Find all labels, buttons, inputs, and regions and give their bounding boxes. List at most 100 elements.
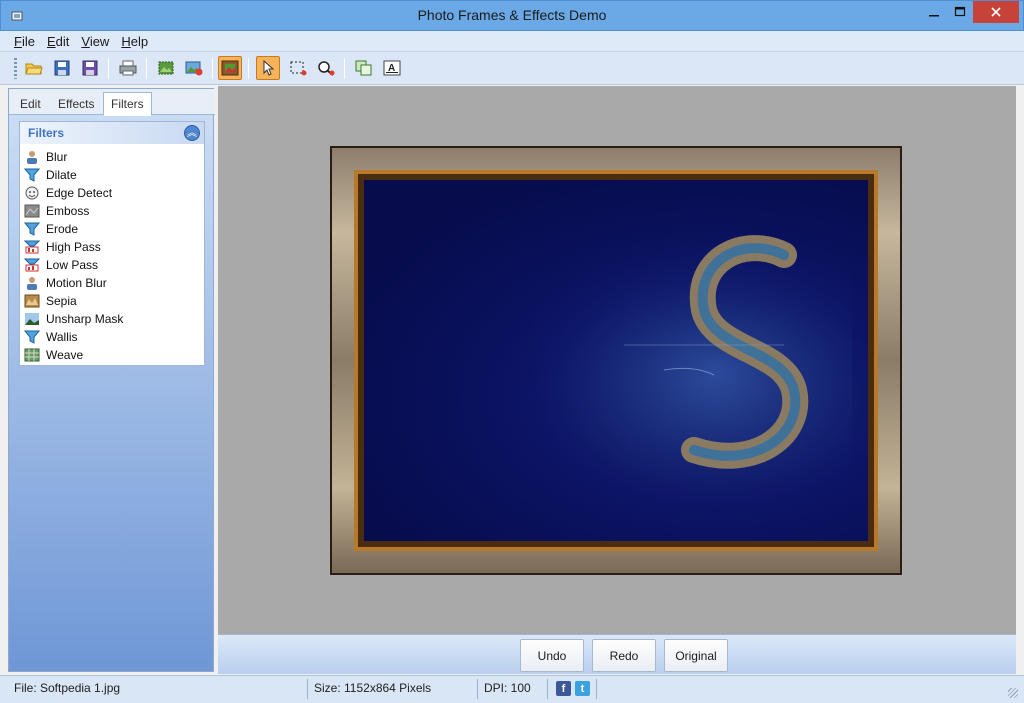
- framed-photo: [364, 180, 868, 541]
- minimize-icon: [929, 15, 939, 17]
- menu-help-accel: H: [121, 33, 131, 49]
- funnel-icon: [24, 330, 40, 344]
- filter-item-edge-detect[interactable]: Edge Detect: [24, 184, 123, 202]
- face-outline-icon: [24, 186, 40, 200]
- undo-button[interactable]: Undo: [520, 639, 584, 672]
- minimize-button[interactable]: [921, 1, 947, 23]
- left-panel: Edit Effects Filters Filters ︽ Blur Dila…: [8, 88, 215, 672]
- tab-filters[interactable]: Filters: [103, 92, 152, 116]
- filter-item-weave[interactable]: Weave: [24, 346, 123, 364]
- menu-view[interactable]: View: [75, 34, 115, 49]
- filter-label: Sepia: [46, 294, 77, 308]
- status-separator: [596, 679, 597, 699]
- pointer-icon: [263, 60, 275, 76]
- zoom-icon: [318, 61, 335, 76]
- filter-label: Low Pass: [46, 258, 99, 272]
- photo-artwork: [364, 180, 852, 529]
- original-button[interactable]: Original: [664, 639, 728, 672]
- filter-item-high-pass[interactable]: High Pass: [24, 238, 123, 256]
- menu-view-accel: V: [81, 33, 90, 49]
- zoom-button[interactable]: [314, 56, 338, 80]
- menu-view-label: iew: [89, 33, 110, 49]
- save-icon: [54, 60, 70, 76]
- menu-file-label: ile: [21, 33, 35, 49]
- status-separator: [547, 679, 548, 699]
- filter-label: Wallis: [46, 330, 78, 344]
- filter-item-low-pass[interactable]: Low Pass: [24, 256, 123, 274]
- redo-button[interactable]: Redo: [592, 639, 656, 672]
- text-icon: A: [383, 60, 401, 76]
- panel-tabs: Edit Effects Filters: [9, 89, 215, 116]
- filter-item-dilate[interactable]: Dilate: [24, 166, 123, 184]
- twitter-icon[interactable]: t: [575, 681, 590, 696]
- menu-file[interactable]: File: [8, 34, 41, 49]
- crop-image-icon: [158, 61, 174, 75]
- window-title: Photo Frames & Effects Demo: [417, 7, 607, 23]
- select-rect-icon: [290, 61, 307, 76]
- menu-help-label: elp: [130, 33, 149, 49]
- print-icon: [119, 60, 137, 76]
- save-button[interactable]: [50, 56, 74, 80]
- menu-edit-label: dit: [55, 33, 70, 49]
- photo-frame: [330, 146, 902, 575]
- toolbar-separator: [248, 58, 249, 79]
- funnel-icon: [24, 168, 40, 182]
- open-icon: [25, 63, 43, 75]
- print-button[interactable]: [116, 56, 140, 80]
- filter-item-motion-blur[interactable]: Motion Blur: [24, 274, 123, 292]
- filter-label: Unsharp Mask: [46, 312, 124, 326]
- frame-button[interactable]: [218, 56, 242, 80]
- filter-label: Motion Blur: [46, 276, 107, 290]
- status-separator: [307, 679, 308, 699]
- sepia-icon: [24, 294, 40, 308]
- frame-inner-border: [354, 170, 878, 551]
- filter-item-blur[interactable]: Blur: [24, 148, 123, 166]
- status-bar: File: Softpedia 1.jpg Size: 1152x864 Pix…: [0, 675, 1024, 703]
- open-button[interactable]: [22, 56, 46, 80]
- save-as-icon: [82, 60, 98, 76]
- filters-header: Filters ︽: [20, 122, 204, 144]
- landscape-icon: [24, 312, 40, 326]
- tab-effects[interactable]: Effects: [51, 93, 101, 115]
- filter-label: Weave: [46, 348, 84, 362]
- copy-button[interactable]: [352, 56, 376, 80]
- status-file: File: Softpedia 1.jpg: [14, 681, 121, 695]
- resize-grip[interactable]: [1008, 688, 1018, 698]
- select-rect-button[interactable]: [286, 56, 310, 80]
- toolbar-separator: [344, 58, 345, 79]
- crop-image-button[interactable]: [154, 56, 178, 80]
- status-dpi: DPI: 100: [484, 681, 531, 695]
- text-button[interactable]: A: [380, 56, 404, 80]
- weave-icon: [24, 348, 40, 362]
- add-image-button[interactable]: [182, 56, 206, 80]
- filters-group: Filters ︽ Blur Dilate Edge Detect Emboss: [19, 121, 205, 366]
- title-bar: Photo Frames & Effects Demo: [0, 0, 1024, 31]
- filter-list: Blur Dilate Edge Detect Emboss Erode Hig…: [24, 148, 123, 364]
- close-button[interactable]: [973, 1, 1019, 23]
- tab-edit[interactable]: Edit: [13, 93, 48, 115]
- menu-bar: File Edit View Help: [0, 31, 1024, 52]
- collapse-button[interactable]: ︽: [184, 125, 200, 141]
- facebook-icon[interactable]: f: [556, 681, 571, 696]
- toolbar-separator: [108, 58, 109, 79]
- filter-item-sepia[interactable]: Sepia: [24, 292, 123, 310]
- filter-item-emboss[interactable]: Emboss: [24, 202, 123, 220]
- status-separator: [477, 679, 478, 699]
- pointer-button[interactable]: [256, 56, 280, 80]
- image-canvas[interactable]: [218, 86, 1016, 634]
- save-as-button[interactable]: [78, 56, 102, 80]
- maximize-icon: [954, 6, 966, 17]
- add-image-icon: [185, 61, 203, 76]
- filter-item-wallis[interactable]: Wallis: [24, 328, 123, 346]
- menu-help[interactable]: Help: [115, 34, 154, 49]
- menu-edit[interactable]: Edit: [41, 34, 75, 49]
- action-bar: Undo Redo Original: [218, 634, 1016, 674]
- chevron-up-icon: ︽: [187, 128, 197, 139]
- maximize-button[interactable]: [947, 1, 973, 23]
- filter-item-unsharp-mask[interactable]: Unsharp Mask: [24, 310, 123, 328]
- funnel-bars-icon: [24, 258, 40, 272]
- copy-icon: [355, 60, 372, 76]
- toolbar: A: [0, 52, 1024, 85]
- toolbar-grip[interactable]: [14, 58, 17, 79]
- filter-item-erode[interactable]: Erode: [24, 220, 123, 238]
